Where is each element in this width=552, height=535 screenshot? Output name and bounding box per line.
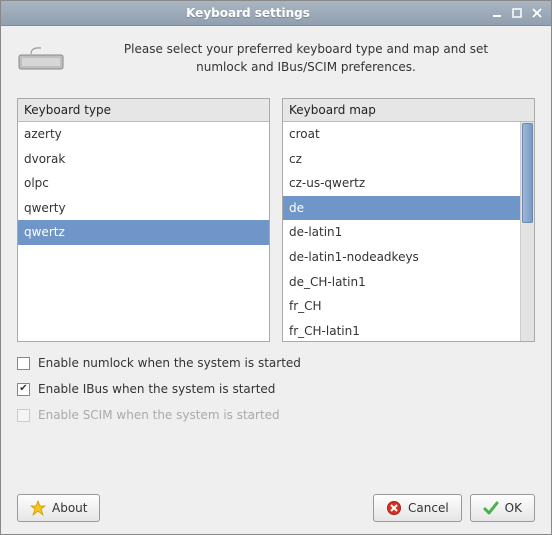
- scim-checkbox-row: Enable SCIM when the system is started: [17, 408, 535, 422]
- ibus-checkbox[interactable]: [17, 383, 30, 396]
- keyboard-type-item[interactable]: olpc: [18, 171, 269, 196]
- numlock-label: Enable numlock when the system is starte…: [38, 356, 301, 370]
- ok-icon: [483, 500, 499, 516]
- keyboard-type-item[interactable]: qwerty: [18, 196, 269, 221]
- keyboard-type-item[interactable]: azerty: [18, 122, 269, 147]
- content-area: Please select your preferred keyboard ty…: [1, 26, 551, 534]
- about-label: About: [52, 501, 87, 515]
- numlock-checkbox-row[interactable]: Enable numlock when the system is starte…: [17, 356, 535, 370]
- ibus-checkbox-row[interactable]: Enable IBus when the system is started: [17, 382, 535, 396]
- keyboard-map-item[interactable]: fr_CH-latin1: [283, 319, 520, 341]
- star-icon: [30, 500, 46, 516]
- ok-button[interactable]: OK: [470, 494, 535, 522]
- button-row: About Cancel OK: [17, 488, 535, 522]
- header-row: Please select your preferred keyboard ty…: [17, 40, 535, 76]
- maximize-button[interactable]: [509, 5, 525, 21]
- window-controls: [489, 5, 545, 21]
- scim-checkbox: [17, 409, 30, 422]
- numlock-checkbox[interactable]: [17, 357, 30, 370]
- keyboard-type-list[interactable]: azertydvorakolpcqwertyqwertz: [17, 122, 270, 342]
- keyboard-type-item[interactable]: qwertz: [18, 220, 269, 245]
- instruction-text: Please select your preferred keyboard ty…: [97, 40, 535, 76]
- keyboard-map-item[interactable]: cz-us-qwertz: [283, 171, 520, 196]
- about-button[interactable]: About: [17, 494, 100, 522]
- keyboard-map-item[interactable]: de_CH-latin1: [283, 270, 520, 295]
- titlebar: Keyboard settings: [1, 1, 551, 26]
- keyboard-map-item[interactable]: de: [283, 196, 520, 221]
- keyboard-map-item[interactable]: croat: [283, 122, 520, 147]
- lists-row: Keyboard type azertydvorakolpcqwertyqwer…: [17, 98, 535, 342]
- keyboard-type-header: Keyboard type: [17, 98, 270, 122]
- keyboard-type-item[interactable]: dvorak: [18, 147, 269, 172]
- window-title: Keyboard settings: [7, 6, 489, 20]
- scrollbar-thumb[interactable]: [522, 123, 533, 223]
- keyboard-map-item[interactable]: de-latin1-nodeadkeys: [283, 245, 520, 270]
- ok-label: OK: [505, 501, 522, 515]
- scim-label: Enable SCIM when the system is started: [38, 408, 280, 422]
- keyboard-settings-window: Keyboard settings Please select your: [0, 0, 552, 535]
- keyboard-type-panel: Keyboard type azertydvorakolpcqwertyqwer…: [17, 98, 270, 342]
- cancel-button[interactable]: Cancel: [373, 494, 462, 522]
- keyboard-icon: [17, 45, 67, 71]
- cancel-icon: [386, 500, 402, 516]
- keyboard-map-item[interactable]: cz: [283, 147, 520, 172]
- ibus-label: Enable IBus when the system is started: [38, 382, 275, 396]
- keyboard-map-scrollbar[interactable]: [520, 122, 534, 341]
- keyboard-map-header: Keyboard map: [282, 98, 535, 122]
- close-button[interactable]: [529, 5, 545, 21]
- minimize-button[interactable]: [489, 5, 505, 21]
- keyboard-map-item[interactable]: de-latin1: [283, 220, 520, 245]
- cancel-label: Cancel: [408, 501, 449, 515]
- keyboard-map-panel: Keyboard map croatczcz-us-qwertzdede-lat…: [282, 98, 535, 342]
- keyboard-map-list[interactable]: croatczcz-us-qwertzdede-latin1de-latin1-…: [282, 122, 535, 342]
- keyboard-map-item[interactable]: fr_CH: [283, 294, 520, 319]
